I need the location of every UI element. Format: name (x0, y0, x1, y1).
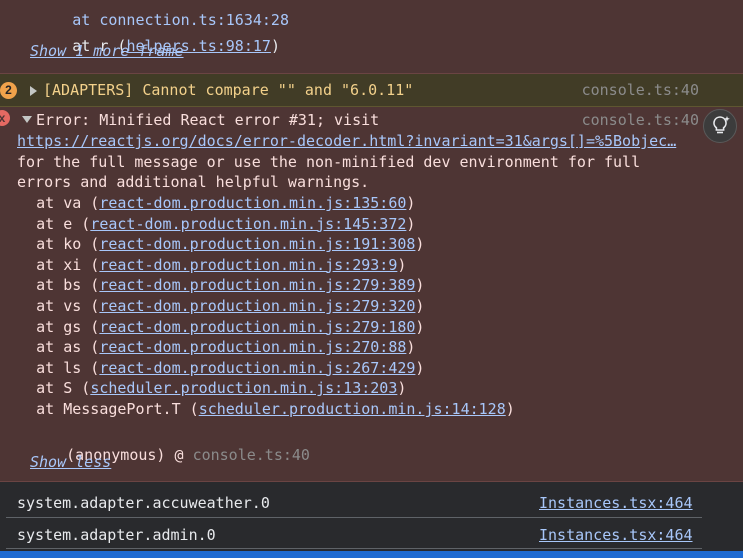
stack-frame-function: va (63, 194, 82, 212)
stack-frame-at: at (0, 214, 64, 233)
stack-frame: at gs (react-dom.production.min.js:279:1… (0, 317, 424, 337)
stack-frame: at S (scheduler.production.min.js:13:203… (0, 378, 406, 398)
stack-frame-function: xi (63, 255, 82, 274)
stack-frame-at: at (0, 338, 64, 357)
stack-frame-function: e (63, 214, 73, 233)
stack-frame-link[interactable]: react-dom.production.min.js:267:429 (99, 359, 415, 377)
paren-open: ( (81, 255, 100, 274)
paren-close: ) (406, 214, 416, 233)
stack-frame-function: S (63, 379, 73, 398)
error-decoder-url[interactable]: https://reactjs.org/docs/error-decoder.h… (17, 131, 676, 151)
paren-close: ) (415, 235, 425, 254)
paren-close: ) (415, 276, 425, 295)
stack-frame-at: at (0, 255, 64, 274)
stack-frame: at ko (react-dom.production.min.js:191:3… (0, 234, 424, 254)
row-divider (6, 517, 702, 518)
stack-frame-function: ko (63, 235, 82, 254)
warning-source-link[interactable]: console.ts:40 (582, 80, 699, 100)
expand-triangle-icon[interactable] (30, 86, 37, 96)
paren-open: ( (180, 400, 199, 418)
stack-frame: at e (react-dom.production.min.js:145:37… (0, 214, 415, 234)
stack-frame-link[interactable]: scheduler.production.min.js:14:128 (199, 400, 506, 418)
error-x-icon: x (0, 110, 10, 126)
log-text: system.adapter.accuweather.0 (17, 494, 270, 512)
stack-frame-at: at (0, 235, 64, 254)
stack-frame-at: at (0, 379, 64, 398)
stack-frame: at va (react-dom.production.min.js:135:6… (0, 193, 415, 213)
stack-frame-link[interactable]: react-dom.production.min.js:135:60 (99, 194, 406, 212)
stack-frame-at: at (0, 400, 64, 418)
error-source-link[interactable]: console.ts:40 (582, 110, 699, 130)
paren-open: ( (81, 276, 100, 295)
paren-open: ( (81, 297, 100, 315)
paren-open: ( (81, 358, 100, 377)
row-divider (6, 548, 702, 549)
stack-frame: at as (react-dom.production.min.js:270:8… (0, 337, 415, 357)
stack-frame-link[interactable]: scheduler.production.min.js:13:203 (90, 379, 397, 397)
console-error-row: x Error: Minified React error #31; visit… (0, 107, 743, 482)
stack-frame-function: MessagePort.T (63, 400, 181, 418)
stack-frame-function: gs (63, 317, 82, 336)
error-text-line-1: for the full message or use the non-mini… (17, 153, 641, 171)
stack-frame-link[interactable]: react-dom.production.min.js:279:320 (99, 297, 415, 315)
log-text: system.adapter.admin.0 (17, 526, 216, 544)
error-header: Error: Minified React error #31; visit (36, 111, 380, 129)
stack-frame-link[interactable]: react-dom.production.min.js:293:9 (99, 256, 397, 274)
stack-frame-at: at (0, 358, 64, 377)
show-less-link[interactable]: Show less (30, 452, 111, 472)
stack-frame: at ls (react-dom.production.min.js:267:4… (0, 358, 424, 378)
warning-count-badge: 2 (0, 82, 17, 99)
stack-frame: at xi (react-dom.production.min.js:293:9… (0, 255, 406, 275)
stack-frame-link[interactable]: react-dom.production.min.js:270:88 (99, 338, 406, 356)
paren-close: ) (397, 379, 407, 398)
stack-frame-at: at (0, 297, 64, 315)
stack-frame: at MessagePort.T (scheduler.production.m… (0, 399, 515, 419)
stack-frame-link[interactable]: react-dom.production.min.js:279:180 (99, 318, 415, 336)
paren-close: ) (505, 400, 515, 418)
stack-frame-suffix: ) (270, 37, 280, 55)
stack-frame-function: vs (63, 297, 82, 315)
error-stack-continued: at connection.ts:1634:28 at r (helpers.t… (0, 0, 743, 74)
paren-close: ) (406, 338, 416, 357)
paren-open: ( (81, 338, 100, 357)
paren-open: ( (81, 317, 100, 336)
stack-frame: at vs (react-dom.production.min.js:279:3… (0, 296, 424, 316)
log-source-link[interactable]: Instances.tsx:464 (539, 525, 693, 545)
paren-open: ( (72, 214, 91, 233)
log-row: system.adapter.admin.0 Instances.tsx:464 (0, 519, 743, 550)
stack-frame-function: ls (63, 358, 82, 377)
console-warning-row: 2 [ADAPTERS] Cannot compare "" and "6.0.… (0, 74, 743, 107)
stack-frame-at: at (0, 276, 64, 295)
error-text-line-2: errors and additional helpful warnings. (17, 173, 370, 191)
stack-frame-function: as (63, 338, 82, 357)
collapse-triangle-icon[interactable] (22, 116, 32, 123)
horizontal-scrollbar[interactable] (0, 551, 743, 558)
paren-close: ) (406, 194, 416, 212)
log-source-link[interactable]: Instances.tsx:464 (539, 493, 693, 513)
stack-frame-at: at (0, 194, 64, 212)
anonymous-source-link[interactable]: console.ts:40 (193, 446, 310, 464)
paren-close: ) (415, 317, 425, 336)
stack-frame-link[interactable]: react-dom.production.min.js:145:372 (90, 215, 406, 233)
stack-frame-link[interactable]: react-dom.production.min.js:279:389 (99, 276, 415, 294)
stack-frame-link[interactable]: react-dom.production.min.js:191:308 (99, 235, 415, 253)
log-row: system.adapter.accuweather.0 Instances.t… (0, 487, 743, 518)
stack-frame-at: at (0, 317, 64, 336)
paren-close: ) (415, 358, 425, 377)
warning-message: [ADAPTERS] Cannot compare "" and "6.0.11… (43, 81, 414, 99)
stack-frame: at bs (react-dom.production.min.js:279:3… (0, 275, 424, 295)
paren-open: ( (72, 379, 91, 398)
paren-close: ) (415, 297, 425, 315)
stack-frame-function: bs (63, 276, 82, 295)
paren-open: ( (81, 194, 100, 212)
paren-close: ) (397, 255, 407, 274)
ai-insight-bulb-icon[interactable] (703, 109, 737, 143)
paren-open: ( (81, 235, 100, 254)
show-more-frames-link[interactable]: Show 1 more frame (30, 41, 184, 61)
